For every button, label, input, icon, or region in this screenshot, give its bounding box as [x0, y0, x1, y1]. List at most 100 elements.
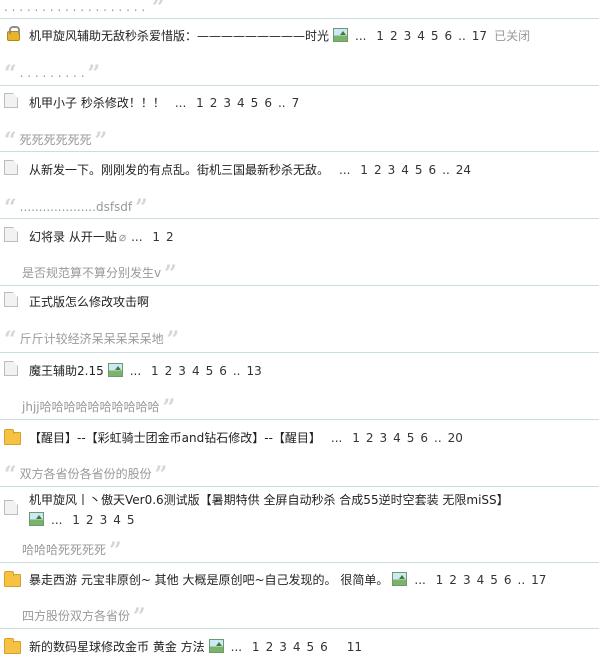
thread-title-link[interactable]: 新的数码星球修改金币 黄金 方法	[29, 640, 205, 654]
pages-ellipsis: ...	[230, 640, 243, 654]
thread-title-link[interactable]: 暴走西游 元宝非原创~ 其他 大概是原创吧~自己发现的。 很简单。	[29, 573, 388, 587]
page-link-1[interactable]: 1	[436, 573, 444, 587]
document-icon	[4, 361, 18, 376]
page-link-last[interactable]: 24	[456, 163, 471, 177]
thread-title-link[interactable]: 机甲旋风丨丶傲天Ver0.6测试版【暑期特供 全屏自动秒杀 合成55逆时空套装 …	[29, 493, 509, 507]
page-link-1[interactable]: 1	[376, 29, 384, 43]
page-link-4[interactable]: 4	[192, 364, 200, 378]
thread-title-link[interactable]: 正式版怎么修改攻击啊	[29, 295, 149, 309]
page-link-6[interactable]: 6	[320, 640, 328, 654]
thread-title-link[interactable]: 魔王辅助2.15	[29, 364, 104, 378]
page-link-last[interactable]: 20	[448, 431, 463, 445]
page-link-6[interactable]: 6	[429, 163, 437, 177]
page-link-6[interactable]: 6	[504, 573, 512, 587]
page-link-3[interactable]: 3	[404, 29, 412, 43]
page-link-2[interactable]: 2	[165, 364, 173, 378]
thread-excerpt: “是否规范算不算分别发生v”	[4, 260, 177, 285]
image-icon	[208, 639, 224, 653]
thread-title-link[interactable]: 机甲旋风辅助无敌秒杀爱惜版：—————————时光	[29, 29, 329, 43]
thread-excerpt: “四方股份双方各省份”	[4, 603, 146, 628]
thread-separator	[0, 85, 599, 86]
page-link-5[interactable]: 5	[490, 573, 498, 587]
close-quote-icon: ”	[133, 604, 146, 630]
closed-status: 已关闭	[494, 29, 531, 43]
page-link-2[interactable]: 2	[266, 640, 274, 654]
pages-ellipsis: ...	[414, 573, 426, 587]
thread-title-link[interactable]: 【醒目】--【彩虹骑士团金币and钻石修改】--【醒目】	[29, 431, 321, 445]
page-link-3[interactable]: 3	[388, 163, 396, 177]
page-link-5[interactable]: 5	[251, 96, 259, 110]
image-icon	[392, 572, 408, 586]
pages-gap: ..	[442, 163, 450, 177]
close-quote-icon: ”	[166, 327, 180, 353]
page-link-2[interactable]: 2	[210, 96, 218, 110]
excerpt-text: 四方股份双方各省份	[22, 609, 131, 623]
thread-excerpt: “. . . . . . . . .”	[4, 60, 100, 85]
page-link-4[interactable]: 4	[113, 513, 121, 527]
page-link-6[interactable]: 6	[445, 29, 453, 43]
thread-excerpt: “斤斤计较经济呆呆呆呆呆地”	[4, 326, 179, 351]
page-link-3[interactable]: 3	[178, 364, 186, 378]
thread-excerpt: “哈哈哈死死死死”	[4, 537, 122, 562]
thread-title-link[interactable]: 从新发一下。刚刚发的有点乱。街机三国最新秒杀无敌。	[29, 163, 329, 177]
thread-separator	[0, 151, 599, 152]
page-link-last[interactable]: 11	[347, 640, 362, 654]
page-link-1[interactable]: 1	[196, 96, 204, 110]
page-link-1[interactable]: 1	[252, 640, 260, 654]
page-link-4[interactable]: 4	[293, 640, 301, 654]
thread-title-link[interactable]: 机甲小子 秒杀修改！！！	[29, 96, 165, 110]
thread-excerpt: “....................dsfsdf”	[4, 194, 148, 219]
page-link-3[interactable]: 3	[279, 640, 287, 654]
page-link-4[interactable]: 4	[393, 431, 401, 445]
page-link-last[interactable]: 13	[247, 364, 262, 378]
page-link-4[interactable]: 4	[417, 29, 425, 43]
page-link-6[interactable]: 6	[219, 364, 227, 378]
page-link-5[interactable]: 5	[206, 364, 214, 378]
page-link-1[interactable]: 1	[360, 163, 368, 177]
page-link-1[interactable]: 1	[151, 364, 159, 378]
page-link-1[interactable]: 1	[352, 431, 360, 445]
excerpt-text: 死死死死死死	[19, 133, 92, 147]
page-link-3[interactable]: 3	[100, 513, 108, 527]
pages-ellipsis: ...	[129, 364, 142, 378]
page-link-6[interactable]: 6	[420, 431, 428, 445]
page-link-5[interactable]: 5	[407, 431, 415, 445]
page-link-last[interactable]: 7	[292, 96, 300, 110]
document-icon	[4, 227, 18, 242]
page-link-last[interactable]: 17	[531, 573, 546, 587]
thread-excerpt: “死死死死死死”	[4, 127, 107, 152]
page-link-3[interactable]: 3	[463, 573, 471, 587]
page-link-2[interactable]: 2	[166, 230, 174, 244]
page-link-4[interactable]: 4	[401, 163, 409, 177]
page-link-5[interactable]: 5	[306, 640, 314, 654]
page-link-3[interactable]: 3	[379, 431, 387, 445]
open-quote-icon: “	[4, 327, 17, 353]
page-link-4[interactable]: 4	[237, 96, 245, 110]
page-link-2[interactable]: 2	[366, 431, 374, 445]
page-link-5[interactable]: 5	[415, 163, 423, 177]
page-link-2[interactable]: 2	[374, 163, 382, 177]
close-quote-icon: ”	[87, 61, 101, 87]
thread-title-link[interactable]: 幻将录 从开一贴	[29, 230, 117, 244]
page-link-6[interactable]: 6	[264, 96, 272, 110]
page-link-2[interactable]: 2	[86, 513, 94, 527]
thread-separator	[0, 285, 599, 286]
page-link-1[interactable]: 1	[72, 513, 80, 527]
page-link-2[interactable]: 2	[390, 29, 398, 43]
excerpt-text: . . . . . . . . . . . . . . . . . . .	[4, 0, 146, 14]
thread-separator	[0, 486, 599, 487]
page-link-5[interactable]: 5	[431, 29, 439, 43]
page-link-last[interactable]: 17	[472, 29, 487, 43]
page-link-1[interactable]: 1	[152, 230, 160, 244]
pages-gap: ..	[232, 364, 241, 378]
page-link-2[interactable]: 2	[449, 573, 457, 587]
pages-gap: ..	[434, 431, 442, 445]
page-link-4[interactable]: 4	[477, 573, 485, 587]
close-quote-icon: ”	[109, 538, 122, 564]
page-link-3[interactable]: 3	[223, 96, 231, 110]
pages-ellipsis: ...	[51, 513, 63, 527]
pages-gap: ..	[458, 29, 466, 43]
pages-ellipsis: ...	[339, 163, 351, 177]
thread-separator	[0, 419, 599, 420]
page-link-5[interactable]: 5	[127, 513, 135, 527]
